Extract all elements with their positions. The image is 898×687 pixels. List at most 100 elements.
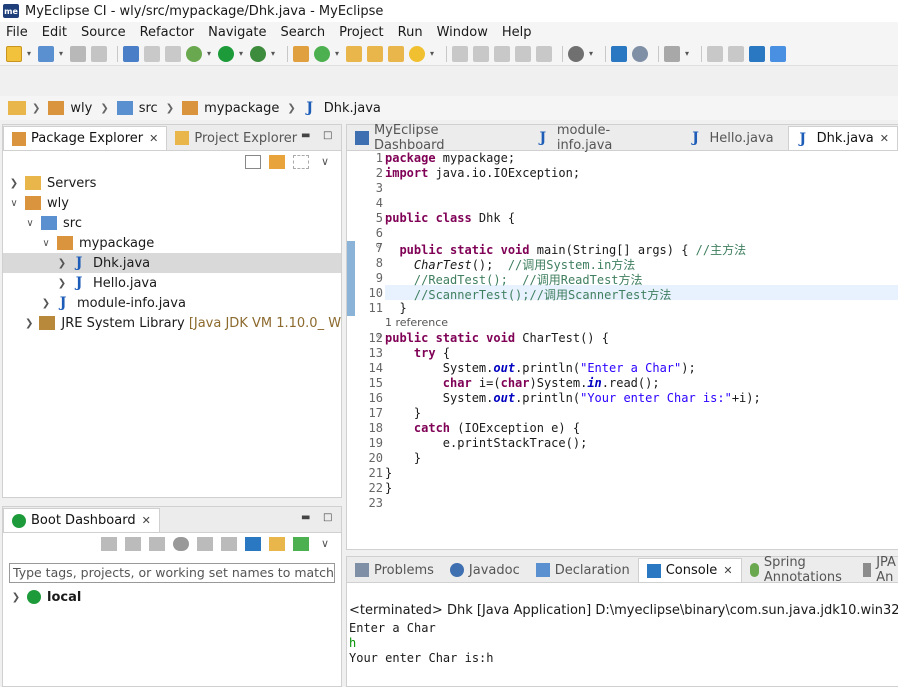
tree-item-src[interactable]: ∨ src [3,213,341,233]
close-icon[interactable]: ✕ [880,132,889,145]
new-project-icon[interactable] [38,45,54,62]
chevron-right-icon[interactable]: ❯ [11,592,21,603]
word-wrap-icon[interactable] [515,45,531,62]
tab-jpa[interactable]: JPA An [855,555,898,585]
menu-window[interactable]: Window [437,25,488,40]
debug-icon[interactable] [186,45,202,62]
boot-filter-input[interactable]: Type tags, projects, or working set name… [9,563,335,583]
account-dropdown-icon[interactable]: ▾ [589,50,594,58]
tree-item-jre-library[interactable]: ❯ JRE System Library [Java JDK VM 1.10.0_… [3,313,341,333]
perspective-switch-icon[interactable] [770,45,786,62]
new-dropdown-icon[interactable]: ▾ [27,50,32,58]
open-browser-icon[interactable] [245,537,261,551]
menu-refactor[interactable]: Refactor [140,25,195,40]
menu-search[interactable]: Search [280,25,325,40]
tree-item-servers[interactable]: ❯ Servers [3,173,341,193]
search-dropdown-icon[interactable]: ▾ [430,50,435,58]
account-icon[interactable] [568,45,584,62]
stop-icon[interactable] [149,537,165,551]
tab-project-explorer[interactable]: Project Explorer [167,126,305,150]
open-folder-icon[interactable] [388,45,404,62]
chevron-right-icon[interactable]: ❯ [57,278,67,289]
maximize-icon[interactable]: □ [323,130,335,142]
breadcrumb-item-src[interactable]: src [116,101,158,116]
run-external-icon[interactable] [250,45,266,62]
collapse-all-icon[interactable] [245,155,261,169]
tab-declaration[interactable]: Declaration [528,558,638,582]
breadcrumb-item-project[interactable]: wly [48,101,92,116]
search-icon[interactable] [409,45,425,62]
maximize-icon[interactable]: □ [323,512,335,524]
new-package-icon[interactable] [293,45,309,62]
back-icon[interactable] [707,45,723,62]
show-whitespace-icon[interactable] [536,45,552,62]
tab-hello-java[interactable]: J Hello.java [682,126,782,150]
new-icon[interactable] [6,45,22,62]
run-external-dropdown-icon[interactable]: ▾ [271,50,276,58]
menu-edit[interactable]: Edit [42,25,67,40]
tree-item-dhk-java[interactable]: ❯ J Dhk.java [3,253,341,273]
menu-run[interactable]: Run [398,25,423,40]
chevron-right-icon[interactable]: ❯ [41,298,51,309]
edit-icon[interactable] [221,537,237,551]
new-project-dropdown-icon[interactable]: ▾ [59,50,64,58]
monitor-icon[interactable] [611,45,627,62]
filter-icon[interactable] [269,537,285,551]
annotation-icon[interactable] [664,45,680,62]
minimize-icon[interactable]: ▬ [301,130,313,142]
mark-occurrences-icon[interactable] [473,45,489,62]
menu-help[interactable]: Help [502,25,532,40]
tab-console[interactable]: Console ✕ [637,558,742,582]
minimize-icon[interactable]: ▬ [301,512,313,524]
close-icon[interactable]: ✕ [142,514,151,527]
skip-breakpoints-icon[interactable] [632,45,648,62]
tab-spring-annotations[interactable]: Spring Annotations [742,555,855,585]
debug-app-icon[interactable] [125,537,141,551]
breadcrumb-item-file[interactable]: J Dhk.java [304,100,380,116]
tab-problems[interactable]: Problems [347,558,442,582]
start-icon[interactable] [101,537,117,551]
link-with-editor-icon[interactable] [269,155,285,169]
menu-source[interactable]: Source [81,25,126,40]
toggle-breadcrumb-icon[interactable] [452,45,468,62]
tab-boot-dashboard[interactable]: Boot Dashboard ✕ [3,508,160,532]
tree-item-module-info[interactable]: ❯ Jmodule-info.java [3,293,341,313]
tab-dhk-java[interactable]: J Dhk.java ✕ [787,126,898,150]
publish-icon[interactable] [749,45,765,62]
chevron-right-icon[interactable]: ❯ [9,178,19,189]
forward-icon[interactable] [728,45,744,62]
chevron-right-icon[interactable]: ❯ [57,258,67,269]
menu-project[interactable]: Project [339,25,383,40]
chevron-down-icon[interactable]: ∨ [9,198,19,209]
new-class-dropdown-icon[interactable]: ▾ [335,50,340,58]
tab-javadoc[interactable]: Javadoc [442,558,528,582]
tree-item-mypackage[interactable]: ∨ mypackage [3,233,341,253]
add-icon[interactable] [293,537,309,551]
block-selection-icon[interactable] [494,45,510,62]
console-icon[interactable] [173,537,189,551]
tree-item-wly[interactable]: ∨ wly [3,193,341,213]
tab-module-info[interactable]: Jmodule-info.java [529,123,674,153]
annotation-dropdown-icon[interactable]: ▾ [685,50,690,58]
fold-icon[interactable]: ⊝ [376,331,381,341]
properties-icon[interactable] [197,537,213,551]
run-dropdown-icon[interactable]: ▾ [239,50,244,58]
view-menu-chevron-down-icon[interactable]: ∨ [317,537,333,551]
tab-myeclipse-dashboard[interactable]: MyEclipse Dashboard [347,123,521,153]
run-icon[interactable] [218,45,234,62]
deploy-icon[interactable] [144,45,160,62]
open-task-icon[interactable] [367,45,383,62]
menu-file[interactable]: File [6,25,28,40]
chevron-right-icon[interactable]: ❯ [25,318,33,329]
new-class-icon[interactable] [314,45,330,62]
focus-icon[interactable] [293,155,309,169]
debug-dropdown-icon[interactable]: ▾ [207,50,212,58]
fold-icon[interactable]: ⊝ [376,241,381,251]
chevron-down-icon[interactable]: ∨ [41,238,51,249]
open-type-icon[interactable] [346,45,362,62]
save-all-icon[interactable] [91,45,107,62]
server-icon[interactable] [165,45,181,62]
tree-item-hello-java[interactable]: ❯ J Hello.java [3,273,341,293]
tree-item-local[interactable]: ❯ local [3,587,341,607]
close-icon[interactable]: ✕ [149,132,158,145]
